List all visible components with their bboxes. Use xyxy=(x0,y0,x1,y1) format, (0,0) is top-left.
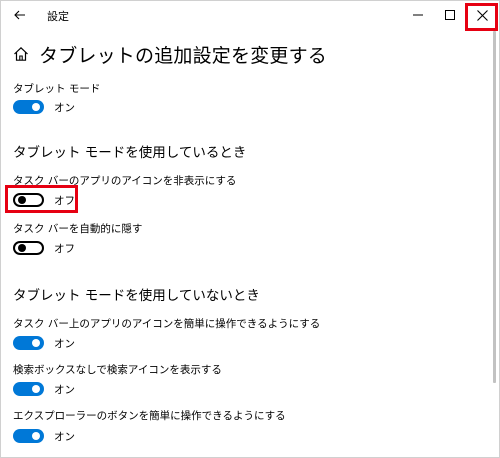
section-heading-using: タブレット モードを使用しているとき xyxy=(13,145,247,161)
auto-hide-taskbar-label: タスク バーを自動的に隠す xyxy=(13,223,143,235)
search-icon-toggle-row[interactable]: オン xyxy=(13,379,75,399)
page-header: タブレットの追加設定を変更する xyxy=(13,39,327,69)
tablet-mode-label: タブレット モード xyxy=(13,83,101,95)
easy-taskbar-icons-toggle-row[interactable]: オン xyxy=(13,333,75,353)
auto-hide-taskbar-toggle[interactable] xyxy=(13,241,44,255)
easy-explorer-buttons-label: エクスプローラーのボタンを簡単に操作できるようにする xyxy=(13,410,286,422)
easy-taskbar-icons-state: オン xyxy=(54,337,75,350)
auto-hide-taskbar-toggle-row[interactable]: オフ xyxy=(13,238,75,258)
title-bar: 設定 xyxy=(1,1,499,31)
settings-window: 設定 タブレットの追加設定を変更する タブレット モード オン タブレット モー… xyxy=(0,0,500,458)
close-button-highlight xyxy=(465,3,498,31)
back-button[interactable] xyxy=(10,5,30,25)
easy-explorer-buttons-toggle-row[interactable]: オン xyxy=(13,426,75,446)
tablet-mode-toggle[interactable] xyxy=(13,100,44,114)
search-icon-toggle[interactable] xyxy=(13,382,44,396)
search-icon-label: 検索ボックスなしで検索アイコンを表示する xyxy=(13,364,222,376)
tablet-mode-toggle-row[interactable]: オン xyxy=(13,97,75,117)
toggle-knob xyxy=(32,103,40,111)
toggle-highlight-box xyxy=(5,185,78,213)
tablet-mode-state: オン xyxy=(54,101,75,114)
toggle-knob xyxy=(32,432,40,440)
easy-taskbar-icons-label: タスク バー上のアプリのアイコンを簡単に操作できるようにする xyxy=(13,318,321,330)
page-title: タブレットの追加設定を変更する xyxy=(39,44,328,67)
auto-hide-taskbar-state: オフ xyxy=(54,242,75,255)
easy-explorer-buttons-toggle[interactable] xyxy=(13,429,44,443)
minimize-icon xyxy=(413,14,423,16)
minimize-button[interactable] xyxy=(401,1,435,29)
maximize-icon xyxy=(445,10,455,20)
home-icon[interactable] xyxy=(13,45,31,63)
toggle-knob xyxy=(18,244,26,252)
easy-taskbar-icons-toggle[interactable] xyxy=(13,336,44,350)
app-title: 設定 xyxy=(47,10,69,23)
section-heading-not-using: タブレット モードを使用していないとき xyxy=(13,288,260,304)
maximize-button[interactable] xyxy=(433,1,467,29)
search-icon-state: オン xyxy=(54,383,75,396)
toggle-knob xyxy=(32,385,40,393)
back-arrow-icon xyxy=(14,10,25,20)
toggle-knob xyxy=(32,339,40,347)
easy-explorer-buttons-state: オン xyxy=(54,430,75,443)
vertical-scrollbar[interactable] xyxy=(493,31,496,383)
